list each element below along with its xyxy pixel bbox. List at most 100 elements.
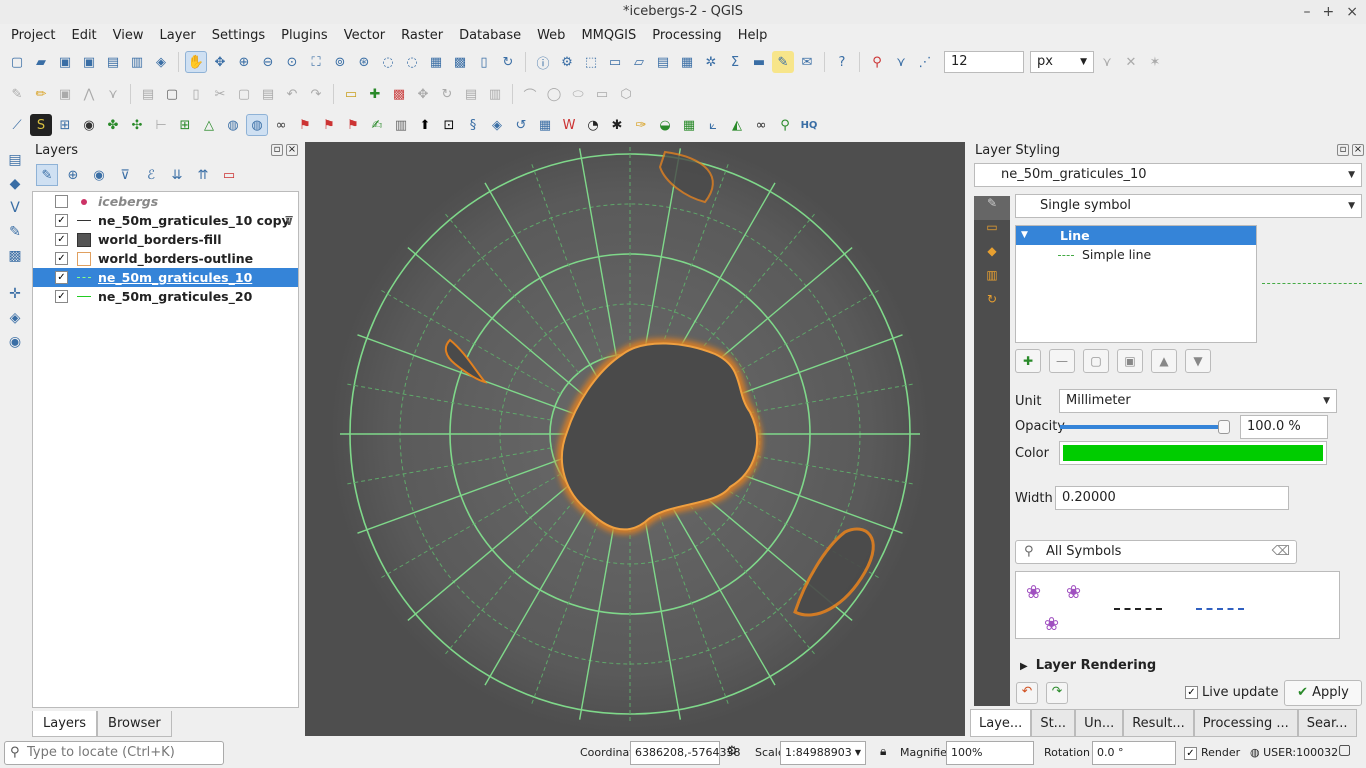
intersection-icon[interactable]: ✕ [1120,51,1142,73]
tab-search[interactable]: Sear... [1297,709,1357,737]
menu-view[interactable]: View [105,28,152,43]
layer-row-selected[interactable]: ✓ ne_50m_graticules_10 [33,268,298,287]
gpkg-icon[interactable]: ⊞ [54,114,76,136]
identify-icon[interactable]: ⓘ [532,51,554,73]
statistics-icon[interactable]: Σ [724,51,746,73]
symbol-tree-child[interactable]: Simple line [1016,245,1256,265]
bug-icon[interactable]: ✱ [606,114,628,136]
current-edits-icon[interactable]: ✎ [6,83,28,105]
label-tool-icon[interactable]: ▭ [340,83,362,105]
python-icon[interactable]: § [462,114,484,136]
zoom-next-icon[interactable]: ◌ [401,51,423,73]
map-tips-icon[interactable]: ✎ [772,51,794,73]
toolbox-icon[interactable]: ✲ [700,51,722,73]
opacity-input[interactable]: 100.0 % [1240,415,1328,439]
layer-checkbox[interactable]: ✓ [55,290,68,303]
undo-icon[interactable]: ↶ [281,83,303,105]
color-button[interactable] [1059,441,1327,465]
dashed-black-symbol[interactable] [1114,608,1162,610]
3d-tab-icon[interactable]: ◆ [974,244,1010,268]
zoom-last-icon[interactable]: ◌ [377,51,399,73]
crs-button[interactable]: ◍ USER:100032 [1250,746,1338,759]
menu-web[interactable]: Web [529,28,573,43]
puzzle-icon[interactable]: ✤ [102,114,124,136]
tab-statistics[interactable]: St... [1031,709,1076,737]
snapping-magnet-icon[interactable]: ⚲ [866,51,888,73]
layer-checkbox[interactable] [55,195,68,208]
menu-raster[interactable]: Raster [393,28,451,43]
menu-processing[interactable]: Processing [644,28,729,43]
renderer-select[interactable]: Single symbol ▼ [1015,194,1362,218]
cut-features-icon[interactable]: ✂ [209,83,231,105]
tab-processing[interactable]: Processing ... [1193,709,1298,737]
magnifier-field[interactable]: 100% [946,741,1034,765]
georef-icon[interactable]: ✣ [126,114,148,136]
remove-symbol-layer-icon[interactable]: — [1049,349,1075,373]
unit-select[interactable]: Millimeter ▼ [1059,389,1337,413]
scale-field[interactable]: 1:84988903 ▼ [780,741,866,765]
add-vector-icon[interactable]: ◆ [4,176,26,200]
menu-database[interactable]: Database [451,28,529,43]
layers-icon[interactable]: ◈ [486,114,508,136]
help-icon[interactable]: ? [831,51,853,73]
opacity-slider-handle[interactable] [1218,420,1230,434]
ruler-icon[interactable]: ▥ [390,114,412,136]
shape-digitize-icon[interactable]: ⌒ [519,83,541,105]
tab-browser[interactable]: Browser [97,711,172,737]
terrain-icon[interactable]: ◭ [726,114,748,136]
width-input[interactable]: 0.20000 [1055,486,1289,510]
copy-features-icon[interactable]: ▢ [161,83,183,105]
select-by-value-icon[interactable]: ▭ [604,51,626,73]
dashed-blue-symbol[interactable] [1196,608,1244,610]
lock-icon[interactable]: ▢ [1083,349,1109,373]
lock-icon[interactable]: 🔒︎ [880,744,886,759]
float-icon[interactable]: ▫ [1337,144,1349,156]
cursor-icon[interactable]: ⬆ [414,114,436,136]
layer-checkbox[interactable]: ✓ [55,271,68,284]
label-props-icon[interactable]: ▥ [484,83,506,105]
menu-vector[interactable]: Vector [336,28,393,43]
select-features-icon[interactable]: ⬚ [580,51,602,73]
menu-edit[interactable]: Edit [63,28,104,43]
zoom-selection-icon[interactable]: ⊚ [329,51,351,73]
menu-settings[interactable]: Settings [204,28,273,43]
clear-icon[interactable]: ⌫ [1272,541,1290,563]
digitize-icon[interactable]: ✎ [4,224,26,248]
layer-row[interactable]: ✓ ne_50m_graticules_10 copy ⊽ [33,211,298,230]
sphere-icon[interactable]: ◒ [654,114,676,136]
chart-icon[interactable]: ▦ [534,114,556,136]
tab-layer-styling[interactable]: Laye... [970,709,1032,737]
add-group-icon[interactable]: ⊕ [62,164,84,186]
save-edits-icon[interactable]: ▣ [54,83,76,105]
duplicate-icon[interactable]: ▣ [1117,349,1143,373]
locator-input[interactable]: ⚲ Type to locate (Ctrl+K) [4,741,224,765]
add-layer-icon[interactable]: ⊞ [174,114,196,136]
grid-icon[interactable]: ▦ [678,114,700,136]
capture-icon[interactable]: ⊡ [438,114,460,136]
new-map-view-icon[interactable]: ▦ [425,51,447,73]
layer-checkbox[interactable]: ✓ [55,252,68,265]
move-down-icon[interactable]: ▼ [1185,349,1211,373]
pan-icon[interactable]: ✋ [185,51,207,73]
open-project-icon[interactable]: ▰ [30,51,52,73]
split-icon[interactable]: ⊢ [150,114,172,136]
tab-undo[interactable]: Un... [1075,709,1124,737]
modify-attributes-icon[interactable]: ▤ [137,83,159,105]
labels-tab-icon[interactable]: ▭ [974,220,1010,244]
script-icon[interactable]: S [30,114,52,136]
redo-icon[interactable]: ↷ [305,83,327,105]
add-wms-icon[interactable]: ◈ [4,310,26,334]
save-as-icon[interactable]: ▣ [78,51,100,73]
vertex-tool-icon[interactable]: ⋎ [102,83,124,105]
data-source-icon[interactable]: ▤ [4,152,26,176]
pin-icon[interactable]: ⚑ [294,114,316,136]
map-canvas[interactable] [305,142,965,736]
snap-unit-select[interactable]: px ▼ [1030,51,1094,73]
extents-toggle-icon[interactable]: ⚙ [726,744,738,759]
paw-symbol-icon[interactable]: ❀ [1026,582,1041,603]
hq-icon[interactable]: HQ [798,114,820,136]
layer-rendering-section[interactable]: ▶ Layer Rendering [1020,658,1156,673]
pan-to-selection-icon[interactable]: ✥ [209,51,231,73]
symbol-tree-root[interactable]: ▼ Line [1016,226,1256,245]
menu-layer[interactable]: Layer [152,28,204,43]
